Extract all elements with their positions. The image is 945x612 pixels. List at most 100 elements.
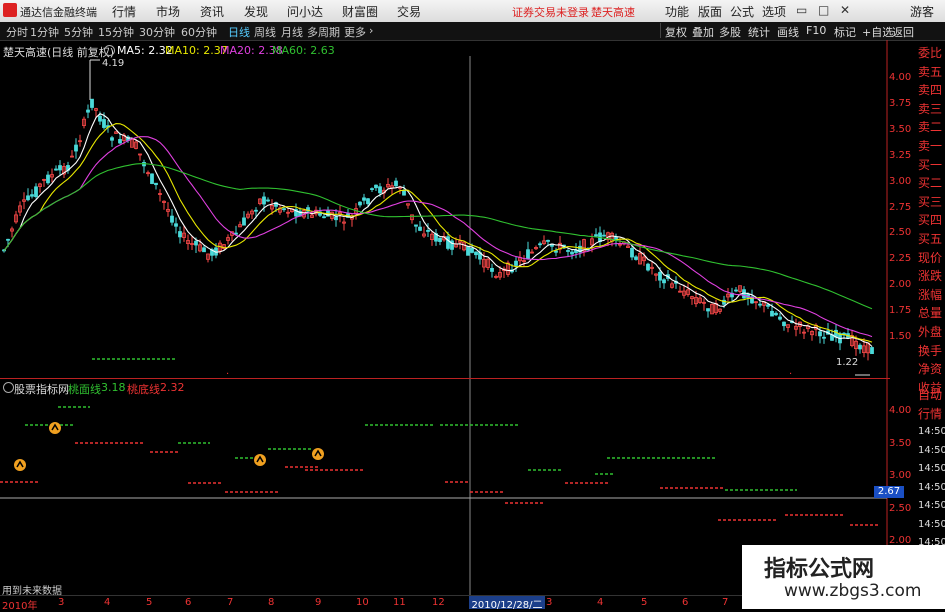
- candle-body: [766, 304, 770, 307]
- menu-options[interactable]: 选项: [762, 3, 786, 20]
- chevron-right-icon[interactable]: ›: [369, 24, 373, 37]
- x-tick-label: 3: [546, 597, 553, 608]
- quote-field-label: 买五: [918, 231, 943, 246]
- candle-body: [706, 308, 710, 312]
- menu-formula[interactable]: 公式: [730, 3, 754, 20]
- menu-layout[interactable]: 版面: [698, 3, 722, 20]
- app-title: 通达信金融终端: [20, 6, 97, 19]
- buy-signal-icon: [312, 448, 324, 460]
- tool-adjust[interactable]: 复权: [665, 24, 687, 40]
- login-status[interactable]: 证券交易未登录: [512, 4, 589, 20]
- y-tick-label: 3.75: [889, 97, 912, 109]
- period-monthly[interactable]: 月线: [281, 24, 303, 40]
- tool-stats[interactable]: 统计: [748, 24, 770, 40]
- menu-market[interactable]: 市场: [156, 3, 180, 20]
- period-5min[interactable]: 5分钟: [64, 24, 93, 40]
- candle-body: [570, 251, 574, 255]
- candle-body: [514, 260, 518, 266]
- candle-body: [118, 139, 122, 144]
- candle-body: [378, 186, 382, 194]
- candle-body: [194, 240, 198, 246]
- period-weekly[interactable]: 周线: [254, 24, 276, 40]
- indicator-line2-label: 桃底线: [127, 383, 160, 396]
- tool-f10[interactable]: F10: [806, 24, 826, 37]
- chart-area[interactable]: · ·: [0, 40, 890, 595]
- y-tick-label: 2.00: [889, 279, 912, 291]
- period-1min[interactable]: 1分钟: [30, 24, 59, 40]
- candle-body: [634, 256, 638, 260]
- candle-body: [438, 237, 442, 242]
- quote-field-label: 委比: [918, 46, 943, 60]
- candle-body: [362, 197, 366, 201]
- period-more[interactable]: 更多: [344, 24, 366, 40]
- buy-signal-icon: [49, 422, 61, 434]
- period-intraday[interactable]: 分时: [6, 24, 28, 40]
- app-logo-icon: [3, 3, 17, 17]
- candle-body: [646, 263, 650, 271]
- buy-signal-icon: [14, 459, 26, 471]
- menu-function[interactable]: 功能: [665, 3, 689, 20]
- guest-button[interactable]: 游客: [910, 3, 934, 20]
- quote-field-label: 买三: [918, 194, 943, 209]
- candle-body: [426, 230, 430, 232]
- candle-body: [26, 195, 30, 201]
- menu-news[interactable]: 资讯: [200, 3, 224, 20]
- ma10-line: [3, 123, 873, 343]
- candle-body: [54, 168, 58, 171]
- candle-body: [34, 186, 38, 198]
- tick-time-label: 行情: [918, 406, 943, 421]
- y-tick-label: 3.50: [889, 123, 912, 135]
- menu-quotes[interactable]: 行情: [112, 3, 136, 20]
- period-multi[interactable]: 多周期: [307, 24, 340, 40]
- candle-body: [254, 209, 258, 212]
- indicator-line2-value: 2.32: [160, 381, 185, 394]
- x-tick-label: 4: [597, 597, 604, 608]
- tool-multi-stock[interactable]: 多股: [719, 24, 741, 40]
- panel-separator: [0, 378, 890, 379]
- tool-draw[interactable]: 画线: [777, 24, 799, 40]
- indicator-y-tick-label: 4.00: [889, 405, 912, 416]
- period-daily[interactable]: 日线: [228, 24, 250, 40]
- x-tick-label: 8: [268, 597, 275, 608]
- x-tick-label: 7: [722, 597, 729, 608]
- quote-field-label: 卖四: [918, 83, 943, 98]
- candle-body: [46, 174, 50, 184]
- candle-body: [282, 208, 286, 211]
- quote-field-label: 买一: [918, 157, 943, 172]
- candle-body: [58, 165, 62, 171]
- quote-field-label: 卖二: [918, 120, 943, 135]
- buy-signal-icon: [254, 454, 266, 466]
- tick-time-label: 14:50: [918, 500, 945, 511]
- tool-overlay[interactable]: 叠加: [692, 24, 714, 40]
- candle-body: [818, 331, 822, 337]
- candle-body: [546, 239, 550, 242]
- maximize-icon[interactable]: ✕: [840, 3, 850, 17]
- tool-mark[interactable]: 标记: [834, 24, 856, 40]
- menu-wealth[interactable]: 财富圈: [342, 3, 378, 20]
- candle-body: [614, 236, 618, 240]
- period-15min[interactable]: 15分钟: [98, 24, 134, 40]
- candle-body: [554, 250, 558, 253]
- candle-body: [778, 316, 782, 320]
- period-30min[interactable]: 30分钟: [139, 24, 175, 40]
- candle-body: [594, 234, 598, 237]
- candle-body: [602, 234, 606, 237]
- tool-add-watchlist[interactable]: +自选: [862, 24, 893, 40]
- period-60min[interactable]: 60分钟: [181, 24, 217, 40]
- indicator-settings-icon[interactable]: [3, 382, 14, 393]
- menu-xiaoda[interactable]: 问小达: [287, 3, 323, 20]
- low-price-label: 1.22: [836, 357, 859, 368]
- menu-discover[interactable]: 发现: [244, 3, 268, 20]
- tick-time-label: 14:50: [918, 481, 945, 493]
- restore-icon[interactable]: □: [818, 3, 829, 17]
- y-tick-label: 3.00: [889, 175, 912, 187]
- menu-trade[interactable]: 交易: [397, 3, 421, 20]
- candle-body: [202, 247, 206, 253]
- crosshair-date: 2010/12/28/二: [469, 596, 545, 611]
- tool-back[interactable]: 返回: [892, 24, 914, 40]
- minimize-icon[interactable]: ▭: [796, 3, 807, 17]
- x-tick-label: 6: [185, 597, 192, 608]
- x-tick-label: 6: [682, 597, 689, 608]
- candle-body: [418, 226, 422, 231]
- y-tick-label: 4.00: [889, 72, 912, 83]
